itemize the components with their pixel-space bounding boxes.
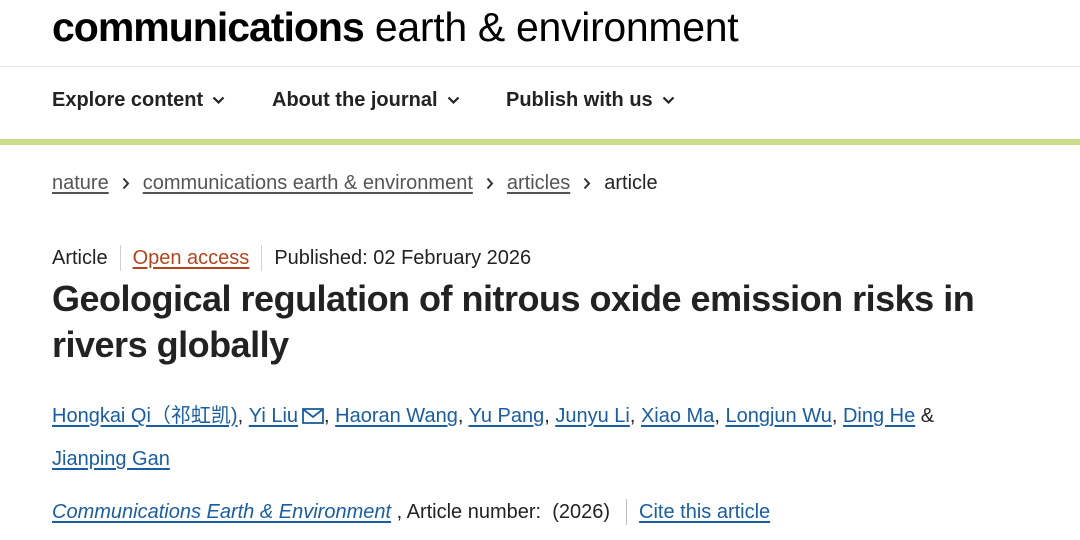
breadcrumb: nature communications earth & environmen… [52,172,658,195]
logo-brand-bold: communications [52,4,365,50]
author-separator: , [831,405,843,427]
chevron-down-icon [662,96,674,105]
author-link[interactable]: Junyu Li [555,405,630,427]
journal-link[interactable]: Communications Earth & Environment [52,501,391,524]
published-date: Published: 02 February 2026 [274,246,532,269]
article-number: , Article number: (2026) [391,500,611,523]
chevron-down-icon [447,96,459,105]
author-separator: , [324,405,336,427]
author-separator: , [544,405,556,427]
author-separator: , [237,405,249,427]
author-separator: , [629,405,641,427]
citation-line: Communications Earth & Environment , Art… [52,499,770,525]
author-separator: , [714,405,726,427]
breadcrumb-link-journal[interactable]: communications earth & environment [143,172,473,195]
author-link[interactable]: Jianping Gan [52,448,170,470]
breadcrumb-link-articles[interactable]: articles [507,172,570,195]
nav-explore-content[interactable]: Explore content [52,89,225,112]
author-link[interactable]: Ding He [843,405,915,427]
meta-divider [261,245,263,271]
main-nav: Explore content About the journal Publis… [0,67,1080,145]
author-link[interactable]: Hongkai Qi（祁虹凯) [52,405,238,427]
chevron-right-icon [486,177,494,190]
chevron-right-icon [122,177,130,190]
breadcrumb-current: article [604,172,658,194]
chevron-down-icon [212,96,225,105]
breadcrumb-link-nature[interactable]: nature [52,172,109,195]
author-link[interactable]: Yu Pang [469,405,545,427]
logo-brand-rest: earth & environment [363,4,739,50]
author-link[interactable]: Xiao Ma [641,405,714,427]
author-last-separator: & [915,405,935,427]
author-link[interactable]: Longjun Wu [725,405,831,427]
author-link[interactable]: Yi Liu [249,405,298,427]
cite-this-article-link[interactable]: Cite this article [639,501,770,524]
chevron-right-icon [583,177,591,190]
nav-about-journal-label: About the journal [272,89,438,111]
open-access-link[interactable]: Open access [133,247,250,270]
nav-explore-content-label: Explore content [52,89,204,111]
nav-publish-with-us-label: Publish with us [506,89,653,111]
site-header: communications earth & environment [0,0,1080,67]
meta-divider [119,245,121,271]
nav-about-journal[interactable]: About the journal [272,89,460,112]
nav-publish-with-us[interactable]: Publish with us [506,89,675,112]
author-link[interactable]: Haoran Wang [335,405,458,427]
article-meta: Article Open access Published: 02 Februa… [52,245,531,271]
article-type: Article [52,246,108,269]
citation-divider [626,499,628,525]
article-title: Geological regulation of nitrous oxide e… [52,278,975,365]
mail-icon[interactable] [302,398,324,439]
author-list: Hongkai Qi（祁虹凯), Yi Liu, Haoran Wang, Yu… [52,396,1042,480]
author-separator: , [457,405,469,427]
journal-logo[interactable]: communications earth & environment [52,2,739,52]
